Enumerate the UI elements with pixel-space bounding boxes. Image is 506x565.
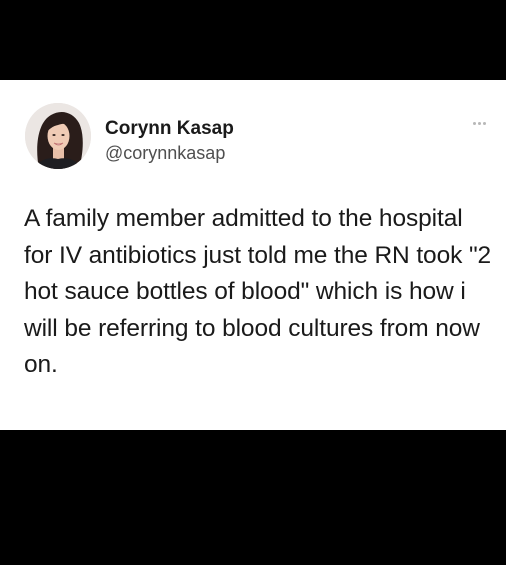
author-avatar[interactable] xyxy=(25,103,91,169)
profile-photo-icon xyxy=(25,103,91,169)
author-name[interactable]: Corynn Kasap xyxy=(105,118,234,140)
ellipsis-dot xyxy=(483,121,486,125)
ellipsis-dot xyxy=(473,121,476,125)
tweet-text: A family member admitted to the hospital… xyxy=(24,205,492,379)
screenshot-frame: Corynn Kasap @corynnkasap A family membe… xyxy=(0,0,506,565)
author-handle[interactable]: @corynnkasap xyxy=(105,142,225,164)
tweet-card: Corynn Kasap @corynnkasap A family membe… xyxy=(0,80,506,430)
more-options-icon[interactable] xyxy=(473,118,493,128)
ellipsis-dot xyxy=(478,121,481,125)
